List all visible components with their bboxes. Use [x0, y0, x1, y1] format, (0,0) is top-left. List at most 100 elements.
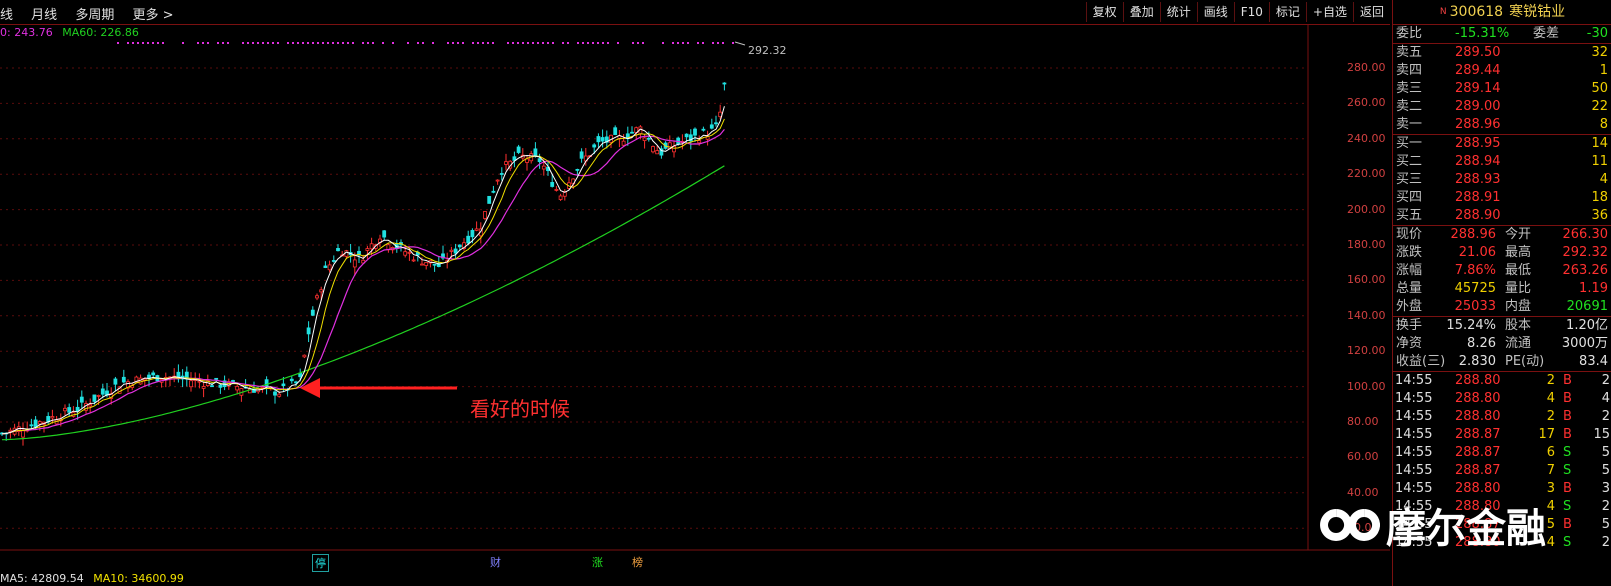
tick-time: 14:55 — [1395, 391, 1433, 406]
annotation-arrow — [300, 378, 457, 398]
tick-side: S — [1563, 535, 1572, 550]
kline-chart[interactable] — [0, 25, 1390, 586]
f10-button[interactable]: F10 — [1233, 2, 1269, 22]
buys-volume: 36 — [1591, 208, 1608, 223]
buys-row: 买五 288.90 36 — [1393, 207, 1611, 225]
tick-side: B — [1563, 373, 1572, 388]
draw-line-button[interactable]: 画线 — [1196, 2, 1234, 22]
quote-label: 涨跌 — [1396, 245, 1423, 260]
fund-row: 换手 15.24% 股本 1.20亿 — [1393, 317, 1611, 335]
statistics-button[interactable]: 统计 — [1159, 2, 1197, 22]
buys-price: 288.95 — [1455, 136, 1501, 151]
sells-volume: 50 — [1591, 81, 1608, 96]
fund-value: 15.24% — [1446, 318, 1496, 333]
price-axis-label: 140.00 — [1347, 308, 1386, 322]
order-diff-label: 委差 — [1533, 26, 1560, 41]
chart-grid — [0, 25, 1390, 551]
back-button[interactable]: 返回 — [1352, 2, 1390, 22]
tick-volume: 4 — [1546, 391, 1555, 406]
buys-row: 买一 288.95 14 — [1393, 135, 1611, 153]
restore-rights-button[interactable]: 复权 — [1085, 2, 1123, 22]
tick-row: 14:55 288.87 6 S 5 — [1393, 444, 1611, 462]
quote-label: 现价 — [1396, 227, 1423, 242]
new-stock-badge: N — [1439, 7, 1447, 17]
buys-price: 288.91 — [1455, 190, 1501, 205]
price-axis-label: 260.00 — [1347, 96, 1386, 110]
sells-row: 卖五 289.50 32 — [1393, 44, 1611, 62]
buys-label: 买四 — [1396, 190, 1423, 205]
tick-count: 3 — [1601, 481, 1610, 496]
period-item-day[interactable]: 线 — [0, 8, 13, 23]
fund-label: 股本 — [1505, 318, 1532, 333]
sells-label: 卖五 — [1396, 45, 1423, 60]
tick-volume: 2 — [1546, 373, 1555, 388]
quote-label: 量比 — [1505, 281, 1532, 296]
tick-side: B — [1563, 409, 1572, 424]
fund-value: 83.4 — [1579, 354, 1608, 369]
marker-finance[interactable]: 财 — [488, 554, 503, 570]
sells-label: 卖四 — [1396, 63, 1423, 78]
sells-label: 卖三 — [1396, 81, 1423, 96]
buys-label: 买五 — [1396, 208, 1423, 223]
mark-button[interactable]: 标记 — [1268, 2, 1306, 22]
add-watchlist-button[interactable]: +自选 — [1305, 2, 1353, 22]
period-item-month[interactable]: 月线 — [31, 8, 57, 23]
tick-volume: 7 — [1546, 463, 1555, 478]
sells-volume: 32 — [1591, 45, 1608, 60]
tick-volume: 17 — [1538, 427, 1555, 442]
quote-label: 内盘 — [1505, 299, 1532, 314]
fund-value: 3000万 — [1561, 336, 1608, 351]
overlay-button[interactable]: 叠加 — [1122, 2, 1160, 22]
quote-value: 266.30 — [1562, 227, 1609, 242]
marker-rank[interactable]: 榜 — [630, 554, 645, 570]
sells-volume: 8 — [1599, 117, 1608, 132]
tick-price: 288.80 — [1455, 391, 1501, 406]
quote-label: 最高 — [1505, 245, 1532, 260]
buys-row: 买二 288.94 11 — [1393, 153, 1611, 171]
fund-label: 换手 — [1396, 318, 1423, 333]
tick-side: S — [1563, 463, 1572, 478]
tick-count: 2 — [1601, 373, 1610, 388]
buys-label: 买三 — [1396, 172, 1423, 187]
tick-row: 14:55 288.80 2 B 2 — [1393, 408, 1611, 426]
annotation-text: 看好的时候 — [470, 397, 570, 421]
tick-count: 2 — [1601, 535, 1610, 550]
fund-label: 流通 — [1505, 336, 1532, 351]
tick-time: 14:55 — [1395, 463, 1433, 478]
quote-row: 现价 288.96 今开 266.30 — [1393, 226, 1611, 244]
fund-label: 收益(三) — [1396, 354, 1446, 369]
tick-count: 5 — [1601, 463, 1610, 478]
fund-value: 8.26 — [1467, 336, 1496, 351]
quote-label: 今开 — [1505, 227, 1532, 242]
sells-price: 289.44 — [1455, 63, 1501, 78]
buys-row: 买三 288.93 4 — [1393, 171, 1611, 189]
quote-label: 外盘 — [1396, 299, 1423, 314]
bid-book: 买一 288.95 14 买二 288.94 11 买三 288.93 4 买四 288.91 18 买… — [1393, 135, 1611, 225]
tick-time: 14:55 — [1395, 373, 1433, 388]
stock-code: 300618 — [1449, 4, 1504, 20]
tick-count: 5 — [1601, 517, 1610, 532]
period-item-multi[interactable]: 多周期 — [75, 8, 114, 23]
marker-limit-up[interactable]: 涨 — [590, 554, 605, 570]
tick-row: 14:55 288.80 2 B 2 — [1393, 372, 1611, 390]
infinity-logo-icon — [1320, 509, 1380, 541]
marker-suspend[interactable]: 停 — [312, 554, 329, 572]
ma5-line — [1, 106, 725, 435]
order-ratio-value: -15.31% — [1455, 26, 1510, 41]
stock-title: N 300618 寒锐钴业 — [1393, 0, 1611, 25]
price-axis-label: 240.00 — [1347, 131, 1386, 145]
tick-count: 5 — [1601, 445, 1610, 460]
buys-volume: 14 — [1591, 136, 1608, 151]
quote-value: 20691 — [1566, 299, 1608, 314]
sells-row: 卖四 289.44 1 — [1393, 62, 1611, 80]
sells-label: 卖一 — [1396, 117, 1423, 132]
sells-label: 卖二 — [1396, 99, 1423, 114]
buys-volume: 18 — [1591, 190, 1608, 205]
chart-toolbar: 线 月线 多周期 更多 > 复权 叠加 统计 画线 F10 标记 +自选 返回 — [0, 0, 1390, 25]
toolbar-buttons: 复权 叠加 统计 画线 F10 标记 +自选 返回 — [1085, 2, 1390, 22]
period-item-more[interactable]: 更多 > — [132, 8, 173, 23]
watermark: 摩尔金融 — [1320, 496, 1546, 554]
quote-stats: 现价 288.96 今开 266.30 涨跌 21.06 最高 292.32 涨幅 7.86% 最低… — [1393, 226, 1611, 316]
price-axis-label: 220.00 — [1347, 167, 1386, 181]
price-axis-label: 80.00 — [1347, 415, 1379, 428]
